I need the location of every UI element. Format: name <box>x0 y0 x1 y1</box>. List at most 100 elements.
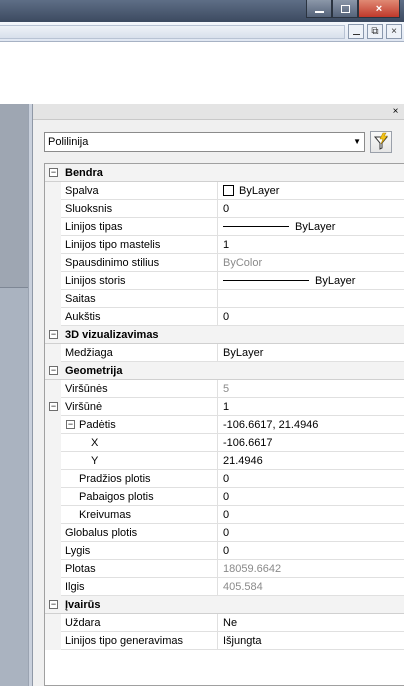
property-row[interactable]: Linijos tipas ByLayer <box>45 218 404 236</box>
category-title: 3D vizualizavimas <box>65 329 159 341</box>
property-value[interactable]: 21.4946 <box>219 452 404 470</box>
property-name: Spausdinimo stilius <box>61 254 218 272</box>
linetype-sample-icon <box>223 226 289 227</box>
property-name: Linijos tipo generavimas <box>61 632 218 650</box>
property-name: Viršūnės <box>61 380 218 398</box>
collapse-icon[interactable]: − <box>49 330 58 339</box>
property-value-linetype[interactable]: ByLayer <box>219 218 404 236</box>
close-icon: × <box>375 2 383 15</box>
property-name: Y <box>61 452 218 470</box>
property-row[interactable]: Spalva ByLayer <box>45 182 404 200</box>
property-name: Globalus plotis <box>61 524 218 542</box>
category-title: Įvairūs <box>65 599 101 611</box>
property-row[interactable]: Saitas <box>45 290 404 308</box>
collapse-icon[interactable]: − <box>49 600 58 609</box>
collapse-icon[interactable]: − <box>49 366 58 375</box>
property-value[interactable]: 0 <box>219 200 404 218</box>
collapse-icon[interactable]: − <box>49 402 58 411</box>
property-row: Ilgis 405.584 <box>45 578 404 596</box>
document-minimize-button[interactable] <box>348 24 364 39</box>
property-value[interactable]: 0 <box>219 506 404 524</box>
property-value[interactable]: -106.6617, 21.4946 <box>219 416 404 434</box>
property-name: Viršūnė <box>61 398 218 416</box>
property-value[interactable]: 0 <box>219 524 404 542</box>
property-value[interactable]: 1 <box>219 398 404 416</box>
property-value-readonly: 5 <box>223 383 230 395</box>
close-button[interactable]: × <box>358 0 400 18</box>
property-value[interactable]: 1 <box>219 236 404 254</box>
property-name: Linijos tipas <box>61 218 218 236</box>
collapse-icon[interactable]: − <box>49 168 58 177</box>
property-name: Saitas <box>61 290 218 308</box>
property-row[interactable]: Linijos tipo mastelis 1 <box>45 236 404 254</box>
property-name: Padėtis <box>61 416 218 434</box>
category-title: Geometrija <box>65 365 123 377</box>
property-row[interactable]: − Padėtis -106.6617, 21.4946 <box>45 416 404 434</box>
property-name: Linijos tipo mastelis <box>61 236 218 254</box>
property-row[interactable]: Pabaigos plotis 0 <box>45 488 404 506</box>
property-row: Spausdinimo stilius ByColor <box>45 254 404 272</box>
color-swatch-icon <box>223 185 234 196</box>
quick-select-icon <box>373 132 389 150</box>
property-name: Lygis <box>61 542 218 560</box>
category-title: Bendra <box>65 167 103 179</box>
drawing-area-upper <box>0 104 28 288</box>
property-value[interactable]: 0 <box>219 488 404 506</box>
property-row[interactable]: − Viršūnė 1 <box>45 398 404 416</box>
window-controls: × <box>306 0 400 18</box>
restore-icon: ⧉ <box>371 26 379 37</box>
ribbon-area <box>0 42 404 104</box>
property-name: Spalva <box>61 182 218 200</box>
property-row[interactable]: Linijos tipo generavimas Išjungta <box>45 632 404 650</box>
property-value[interactable]: Išjungta <box>219 632 404 650</box>
document-close-button[interactable]: × <box>386 24 402 39</box>
restore-icon <box>340 4 350 13</box>
property-name: Plotas <box>61 560 218 578</box>
property-value[interactable]: -106.6617 <box>219 434 404 452</box>
property-value[interactable]: Ne <box>219 614 404 632</box>
property-value[interactable]: 0 <box>219 470 404 488</box>
property-value-lineweight[interactable]: ByLayer <box>219 272 404 290</box>
property-row[interactable]: Aukštis 0 <box>45 308 404 326</box>
property-value[interactable] <box>219 290 404 308</box>
property-value[interactable]: ByLayer <box>219 344 404 362</box>
property-row[interactable]: X -106.6617 <box>45 434 404 452</box>
property-value-readonly: 18059.6642 <box>223 563 282 575</box>
property-row: Viršūnės 5 <box>45 380 404 398</box>
property-name: Linijos storis <box>61 272 218 290</box>
category-3d-visualization[interactable]: − 3D vizualizavimas <box>45 326 404 344</box>
palette-close-icon[interactable]: × <box>391 107 400 117</box>
category-bendra[interactable]: − Bendra <box>45 164 404 182</box>
property-row[interactable]: Globalus plotis 0 <box>45 524 404 542</box>
drawing-area[interactable] <box>0 104 28 686</box>
property-row[interactable]: Uždara Ne <box>45 614 404 632</box>
property-row[interactable]: Linijos storis ByLayer <box>45 272 404 290</box>
property-name: Sluoksnis <box>61 200 218 218</box>
property-name: Ilgis <box>61 578 218 596</box>
properties-palette: × Polilinija ▼ − Bendra Spalva ByLayer S… <box>32 104 404 686</box>
property-row[interactable]: Pradžios plotis 0 <box>45 470 404 488</box>
object-type-select[interactable]: Polilinija ▼ <box>44 132 365 152</box>
property-value-color[interactable]: ByLayer <box>219 182 404 200</box>
minimize-button[interactable] <box>306 0 332 18</box>
property-row[interactable]: Lygis 0 <box>45 542 404 560</box>
property-value-readonly: ByColor <box>223 257 263 269</box>
property-row[interactable]: Medžiaga ByLayer <box>45 344 404 362</box>
property-row: Plotas 18059.6642 <box>45 560 404 578</box>
property-value[interactable]: 0 <box>219 542 404 560</box>
category-geometry[interactable]: − Geometrija <box>45 362 404 380</box>
category-misc[interactable]: − Įvairūs <box>45 596 404 614</box>
property-value[interactable]: 0 <box>219 308 404 326</box>
document-tab-bar: ⧉ × <box>0 22 404 42</box>
property-name: Medžiaga <box>61 344 218 362</box>
palette-header: × <box>33 104 404 120</box>
property-row[interactable]: Kreivumas 0 <box>45 506 404 524</box>
property-row[interactable]: Sluoksnis 0 <box>45 200 404 218</box>
document-restore-button[interactable]: ⧉ <box>367 24 383 39</box>
properties-grid: − Bendra Spalva ByLayer Sluoksnis 0 Lini… <box>44 163 404 686</box>
quick-select-button[interactable] <box>370 131 392 153</box>
property-name: Kreivumas <box>61 506 218 524</box>
maximize-button[interactable] <box>332 0 358 18</box>
property-row[interactable]: Y 21.4946 <box>45 452 404 470</box>
object-type-value: Polilinija <box>48 136 89 148</box>
